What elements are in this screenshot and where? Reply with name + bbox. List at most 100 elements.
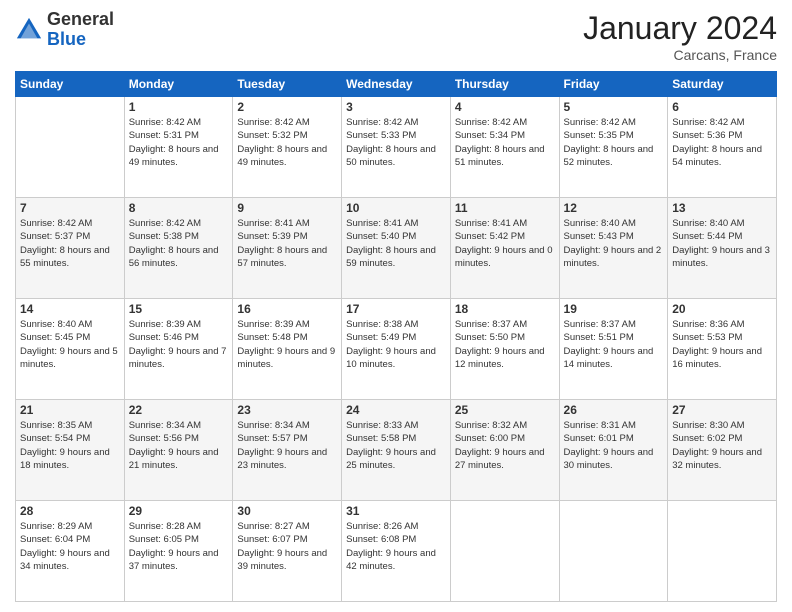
day-number: 9 xyxy=(237,201,337,215)
day-number: 12 xyxy=(564,201,664,215)
calendar-cell: 15 Sunrise: 8:39 AMSunset: 5:46 PMDayligh… xyxy=(124,299,233,400)
day-info: Sunrise: 8:35 AMSunset: 5:54 PMDaylight:… xyxy=(20,419,120,472)
day-number: 25 xyxy=(455,403,555,417)
day-number: 21 xyxy=(20,403,120,417)
calendar-cell: 19Sunrise: 8:37 AMSunset: 5:51 PMDayligh… xyxy=(559,299,668,400)
day-number: 15 xyxy=(129,302,229,316)
day-info: Sunrise: 8:40 AMSunset: 5:44 PMDaylight:… xyxy=(672,217,772,270)
day-info: Sunrise: 8:42 AMSunset: 5:32 PMDaylight:… xyxy=(237,116,337,169)
calendar-cell: 11 Sunrise: 8:41 AMSunset: 5:42 PMDayligh… xyxy=(450,198,559,299)
calendar-cell: 10 Sunrise: 8:41 AMSunset: 5:40 PMDayligh… xyxy=(342,198,451,299)
logo-general-text: General xyxy=(47,9,114,29)
title-block: January 2024 Carcans, France xyxy=(583,10,777,63)
month-title: January 2024 xyxy=(583,10,777,47)
day-info: Sunrise: 8:28 AMSunset: 6:05 PMDaylight:… xyxy=(129,520,229,573)
day-info: Sunrise: 8:34 AMSunset: 5:56 PMDaylight:… xyxy=(129,419,229,472)
header: General Blue January 2024 Carcans, Franc… xyxy=(15,10,777,63)
day-number: 14 xyxy=(20,302,120,316)
calendar-cell xyxy=(450,501,559,602)
day-info: Sunrise: 8:30 AMSunset: 6:02 PMDaylight:… xyxy=(672,419,772,472)
day-info: Sunrise: 8:38 AMSunset: 5:49 PMDaylight:… xyxy=(346,318,446,371)
calendar-cell: 27 Sunrise: 8:30 AMSunset: 6:02 PMDayligh… xyxy=(668,400,777,501)
day-number: 10 xyxy=(346,201,446,215)
day-number: 22 xyxy=(129,403,229,417)
day-number: 26 xyxy=(564,403,664,417)
day-info: Sunrise: 8:41 AMSunset: 5:39 PMDaylight:… xyxy=(237,217,337,270)
day-info: Sunrise: 8:40 AMSunset: 5:43 PMDaylight:… xyxy=(564,217,664,270)
page: General Blue January 2024 Carcans, Franc… xyxy=(0,0,792,612)
calendar-cell: 22 Sunrise: 8:34 AMSunset: 5:56 PMDayligh… xyxy=(124,400,233,501)
logo-blue-text: Blue xyxy=(47,29,86,49)
calendar-cell: 31Sunrise: 8:26 AMSunset: 6:08 PMDayligh… xyxy=(342,501,451,602)
calendar-cell: 28 Sunrise: 8:29 AMSunset: 6:04 PMDayligh… xyxy=(16,501,125,602)
day-info: Sunrise: 8:27 AMSunset: 6:07 PMDaylight:… xyxy=(237,520,337,573)
day-number: 31 xyxy=(346,504,446,518)
calendar-cell: 1 Sunrise: 8:42 AMSunset: 5:31 PMDaylight… xyxy=(124,97,233,198)
day-info: Sunrise: 8:29 AMSunset: 6:04 PMDaylight:… xyxy=(20,520,120,573)
weekday-header: Tuesday xyxy=(233,72,342,97)
calendar-cell: 7 Sunrise: 8:42 AMSunset: 5:37 PMDaylight… xyxy=(16,198,125,299)
calendar-cell: 12 Sunrise: 8:40 AMSunset: 5:43 PMDayligh… xyxy=(559,198,668,299)
day-info: Sunrise: 8:34 AMSunset: 5:57 PMDaylight:… xyxy=(237,419,337,472)
day-info: Sunrise: 8:37 AMSunset: 5:50 PMDaylight:… xyxy=(455,318,555,371)
location: Carcans, France xyxy=(583,47,777,63)
day-number: 16 xyxy=(237,302,337,316)
logo-icon xyxy=(15,16,43,44)
calendar-cell: 9 Sunrise: 8:41 AMSunset: 5:39 PMDaylight… xyxy=(233,198,342,299)
calendar-cell: 18 Sunrise: 8:37 AMSunset: 5:50 PMDayligh… xyxy=(450,299,559,400)
calendar-cell: 29 Sunrise: 8:28 AMSunset: 6:05 PMDayligh… xyxy=(124,501,233,602)
calendar-cell: 2 Sunrise: 8:42 AMSunset: 5:32 PMDaylight… xyxy=(233,97,342,198)
day-number: 29 xyxy=(129,504,229,518)
week-row: 21 Sunrise: 8:35 AMSunset: 5:54 PMDayligh… xyxy=(16,400,777,501)
day-number: 18 xyxy=(455,302,555,316)
day-number: 13 xyxy=(672,201,772,215)
day-info: Sunrise: 8:41 AMSunset: 5:42 PMDaylight:… xyxy=(455,217,555,270)
day-info: Sunrise: 8:42 AMSunset: 5:37 PMDaylight:… xyxy=(20,217,120,270)
day-number: 1 xyxy=(129,100,229,114)
day-info: Sunrise: 8:36 AMSunset: 5:53 PMDaylight:… xyxy=(672,318,772,371)
calendar-cell: 3Sunrise: 8:42 AMSunset: 5:33 PMDaylight… xyxy=(342,97,451,198)
weekday-header: Sunday xyxy=(16,72,125,97)
day-number: 19 xyxy=(564,302,664,316)
calendar-cell: 5Sunrise: 8:42 AMSunset: 5:35 PMDaylight… xyxy=(559,97,668,198)
weekday-header: Friday xyxy=(559,72,668,97)
day-number: 30 xyxy=(237,504,337,518)
day-info: Sunrise: 8:33 AMSunset: 5:58 PMDaylight:… xyxy=(346,419,446,472)
day-number: 5 xyxy=(564,100,664,114)
day-number: 2 xyxy=(237,100,337,114)
calendar-cell: 21 Sunrise: 8:35 AMSunset: 5:54 PMDayligh… xyxy=(16,400,125,501)
day-info: Sunrise: 8:42 AMSunset: 5:34 PMDaylight:… xyxy=(455,116,555,169)
day-number: 6 xyxy=(672,100,772,114)
day-info: Sunrise: 8:42 AMSunset: 5:38 PMDaylight:… xyxy=(129,217,229,270)
day-info: Sunrise: 8:42 AMSunset: 5:31 PMDaylight:… xyxy=(129,116,229,169)
calendar-cell: 26 Sunrise: 8:31 AMSunset: 6:01 PMDayligh… xyxy=(559,400,668,501)
calendar-cell: 23 Sunrise: 8:34 AMSunset: 5:57 PMDayligh… xyxy=(233,400,342,501)
day-info: Sunrise: 8:41 AMSunset: 5:40 PMDaylight:… xyxy=(346,217,446,270)
day-info: Sunrise: 8:39 AMSunset: 5:46 PMDaylight:… xyxy=(129,318,229,371)
day-number: 27 xyxy=(672,403,772,417)
day-number: 28 xyxy=(20,504,120,518)
calendar-cell: 17Sunrise: 8:38 AMSunset: 5:49 PMDayligh… xyxy=(342,299,451,400)
day-info: Sunrise: 8:42 AMSunset: 5:36 PMDaylight:… xyxy=(672,116,772,169)
calendar-cell: 25Sunrise: 8:32 AMSunset: 6:00 PMDayligh… xyxy=(450,400,559,501)
calendar-cell: 13 Sunrise: 8:40 AMSunset: 5:44 PMDayligh… xyxy=(668,198,777,299)
calendar-cell: 4Sunrise: 8:42 AMSunset: 5:34 PMDaylight… xyxy=(450,97,559,198)
calendar-cell: 6 Sunrise: 8:42 AMSunset: 5:36 PMDaylight… xyxy=(668,97,777,198)
logo: General Blue xyxy=(15,10,114,50)
week-row: 1 Sunrise: 8:42 AMSunset: 5:31 PMDaylight… xyxy=(16,97,777,198)
day-number: 23 xyxy=(237,403,337,417)
day-number: 8 xyxy=(129,201,229,215)
day-number: 7 xyxy=(20,201,120,215)
calendar-cell: 16Sunrise: 8:39 AMSunset: 5:48 PMDayligh… xyxy=(233,299,342,400)
calendar-cell: 20Sunrise: 8:36 AMSunset: 5:53 PMDayligh… xyxy=(668,299,777,400)
weekday-header: Thursday xyxy=(450,72,559,97)
calendar-cell: 30 Sunrise: 8:27 AMSunset: 6:07 PMDayligh… xyxy=(233,501,342,602)
day-info: Sunrise: 8:31 AMSunset: 6:01 PMDaylight:… xyxy=(564,419,664,472)
calendar-cell xyxy=(668,501,777,602)
week-row: 14Sunrise: 8:40 AMSunset: 5:45 PMDayligh… xyxy=(16,299,777,400)
weekday-header: Monday xyxy=(124,72,233,97)
day-info: Sunrise: 8:42 AMSunset: 5:33 PMDaylight:… xyxy=(346,116,446,169)
calendar-cell: 8 Sunrise: 8:42 AMSunset: 5:38 PMDaylight… xyxy=(124,198,233,299)
day-number: 24 xyxy=(346,403,446,417)
day-number: 11 xyxy=(455,201,555,215)
